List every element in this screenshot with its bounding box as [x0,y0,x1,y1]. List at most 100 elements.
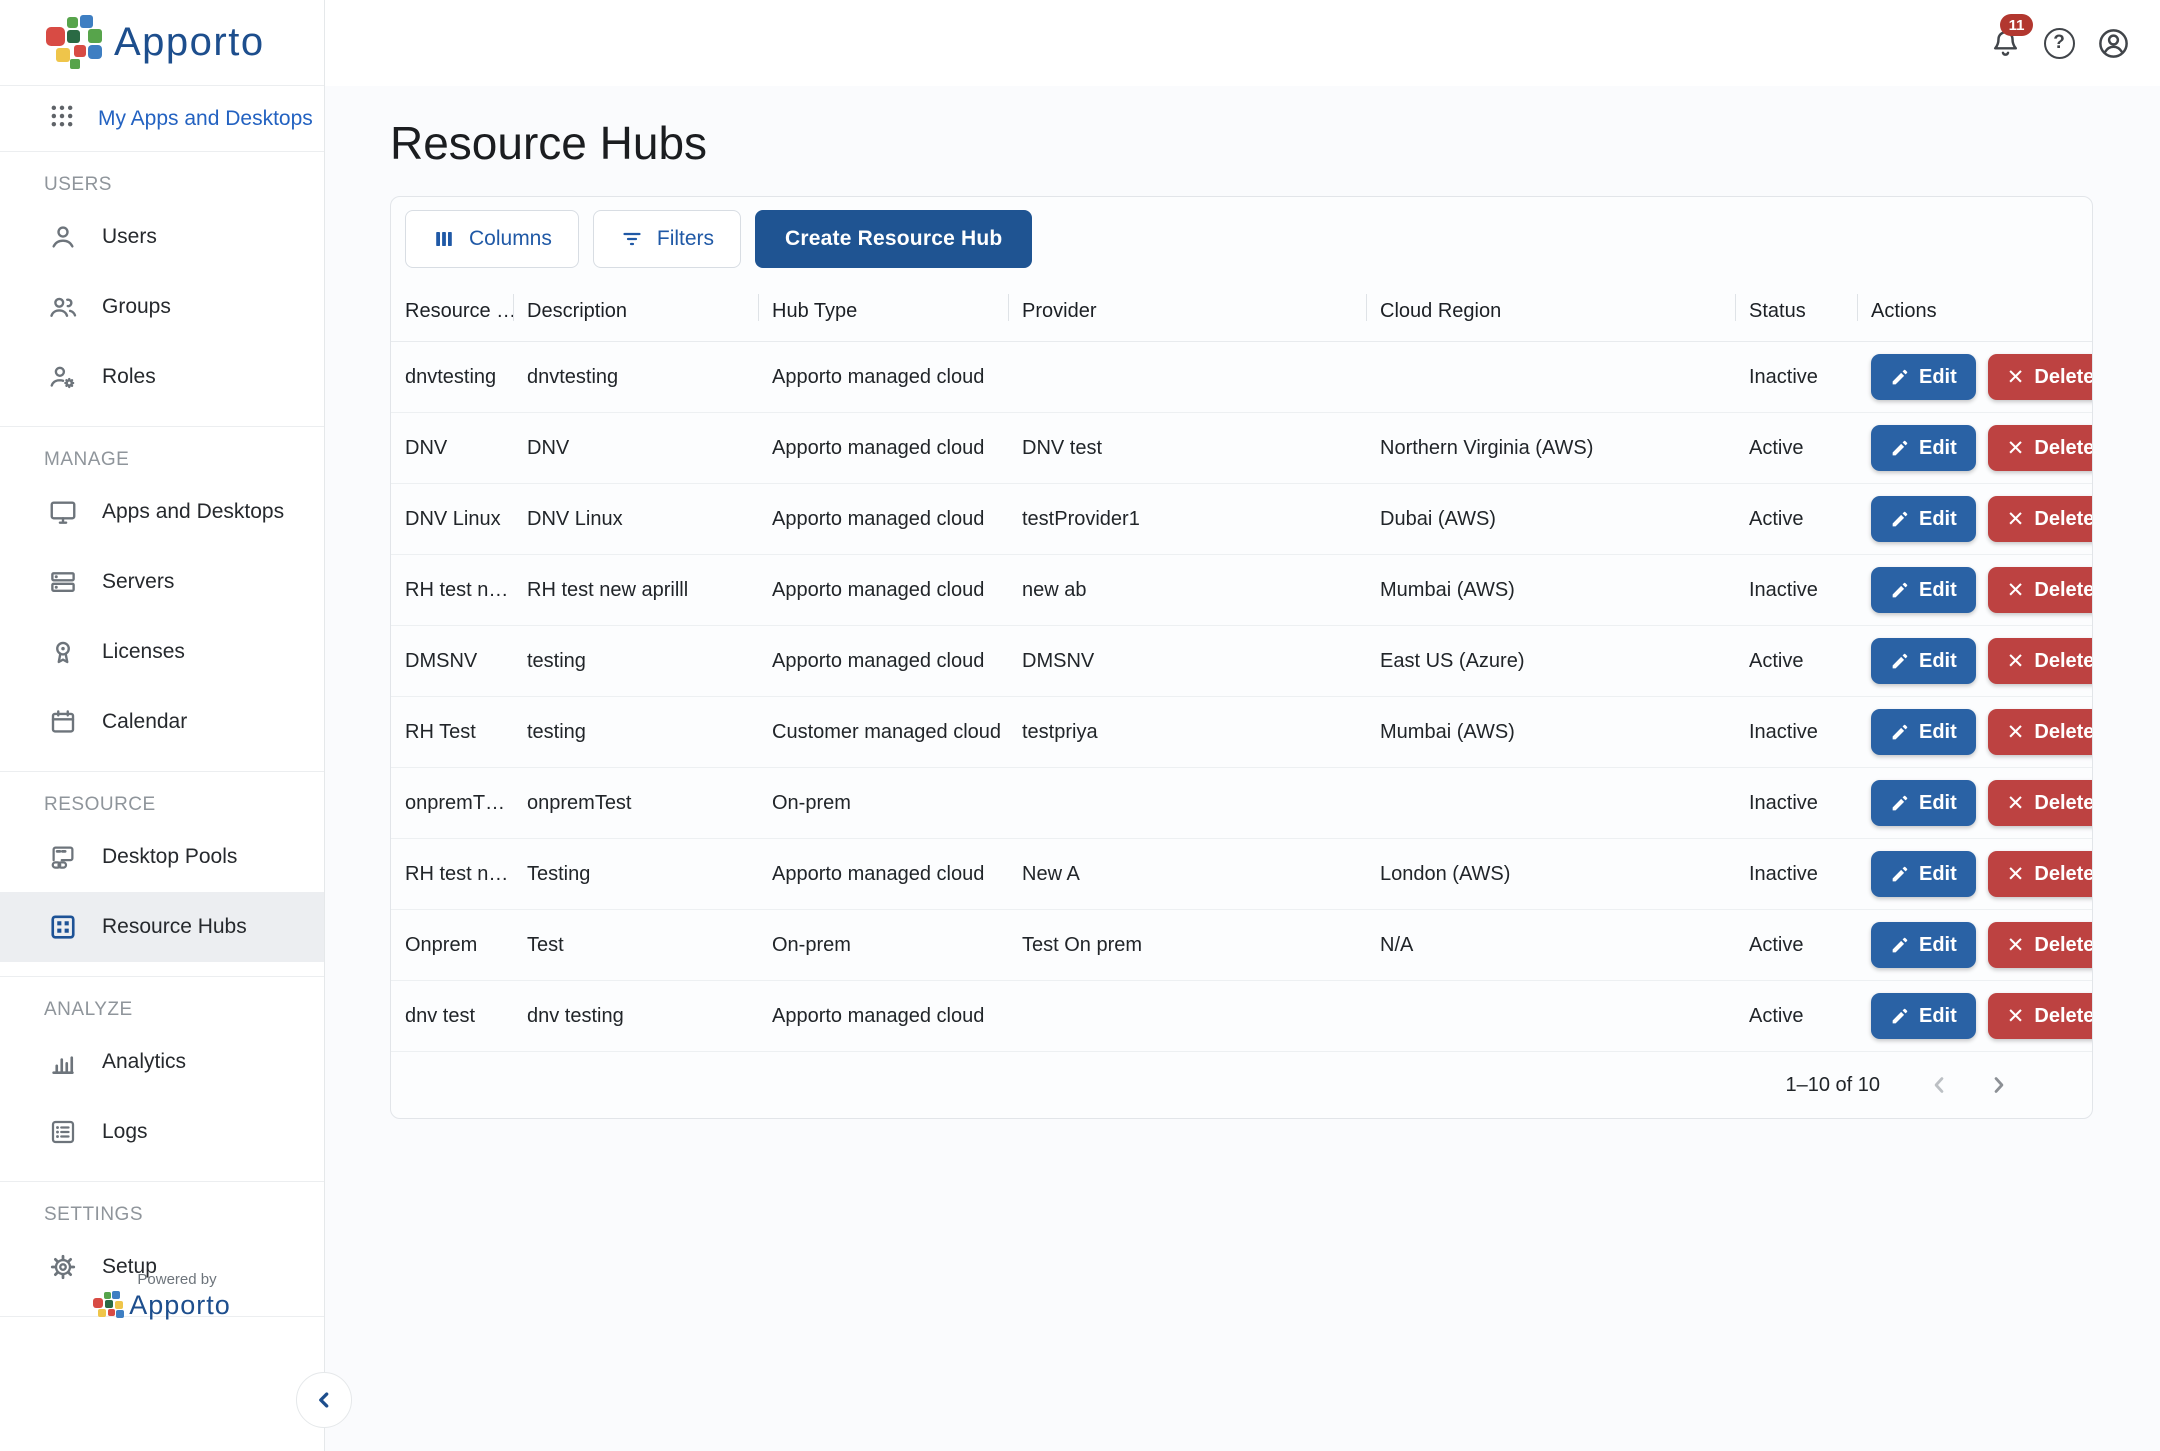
sidebar-item-apps-and-desktops[interactable]: Apps and Desktops [0,477,324,547]
header-description[interactable]: Description [513,281,758,341]
cell-resource-name: RH test n… [391,579,513,602]
x-icon: ✕ [2007,509,2025,530]
delete-button[interactable]: ✕ Delete [1988,993,2093,1039]
table-row: dnvtesting dnvtesting Apporto managed cl… [391,342,2092,413]
pencil-icon [1890,723,1909,742]
header-hub-type[interactable]: Hub Type [758,281,1008,341]
groups-icon [48,292,78,322]
header-resource-name[interactable]: Resource … [391,281,513,341]
sidebar-item-licenses[interactable]: Licenses [0,617,324,687]
sidebar-collapse-button[interactable] [296,1372,352,1428]
table-row: DMSNV testing Apporto managed cloud DMSN… [391,626,2092,697]
notifications-button[interactable]: 11 [1986,24,2024,62]
delete-button[interactable]: ✕ Delete [1988,425,2093,471]
delete-button[interactable]: ✕ Delete [1988,638,2093,684]
sidebar-item-logs[interactable]: Logs [0,1097,324,1167]
license-icon [48,637,78,667]
table-toolbar: Columns Filters Create Resource Hub [391,197,2092,281]
table-row: DNV DNV Apporto managed cloud DNV test N… [391,413,2092,484]
table-header-row: Resource … Description Hub Type Provider… [391,281,2092,342]
cell-actions: Edit ✕ Delete [1857,780,2093,826]
columns-button[interactable]: Columns [405,210,579,268]
edit-button[interactable]: Edit [1871,567,1976,613]
pencil-icon [1890,1007,1909,1026]
create-resource-hub-button[interactable]: Create Resource Hub [755,210,1032,268]
table-row: RH Test testing Customer managed cloud t… [391,697,2092,768]
edit-button-label: Edit [1919,934,1957,957]
cell-cloud-region: N/A [1366,934,1735,957]
sidebar-item-users[interactable]: Users [0,202,324,272]
cell-provider: new ab [1008,579,1366,602]
cell-description: testing [513,721,758,744]
delete-button[interactable]: ✕ Delete [1988,780,2093,826]
header-provider[interactable]: Provider [1008,281,1366,341]
sidebar-item-analytics[interactable]: Analytics [0,1027,324,1097]
edit-button[interactable]: Edit [1871,638,1976,684]
sidebar-item-servers[interactable]: Servers [0,547,324,617]
header-status[interactable]: Status [1735,281,1857,341]
delete-button[interactable]: ✕ Delete [1988,496,2093,542]
sidebar-item-groups[interactable]: Groups [0,272,324,342]
delete-button-label: Delete [2034,437,2093,460]
sidebar-item-my-apps-and-desktops[interactable]: My Apps and Desktops [0,86,324,152]
delete-button[interactable]: ✕ Delete [1988,354,2093,400]
cell-actions: Edit ✕ Delete [1857,851,2093,897]
cell-hub-type: Apporto managed cloud [758,366,1008,389]
columns-icon [432,227,456,251]
sidebar-item-desktop-pools[interactable]: Desktop Pools [0,822,324,892]
delete-button[interactable]: ✕ Delete [1988,851,2093,897]
sidebar-item-label: Logs [102,1120,148,1144]
x-icon: ✕ [2007,864,2025,885]
edit-button-label: Edit [1919,366,1957,389]
edit-button-label: Edit [1919,650,1957,673]
cell-hub-type: On-prem [758,792,1008,815]
cell-status: Active [1735,650,1857,673]
cell-actions: Edit ✕ Delete [1857,496,2093,542]
delete-button[interactable]: ✕ Delete [1988,709,2093,755]
cell-provider: Test On prem [1008,934,1366,957]
header-cloud-region[interactable]: Cloud Region [1366,281,1735,341]
delete-button-label: Delete [2034,863,2093,886]
edit-button[interactable]: Edit [1871,922,1976,968]
account-icon [2096,26,2131,61]
sidebar-item-label: Analytics [102,1050,186,1074]
edit-button[interactable]: Edit [1871,425,1976,471]
x-icon: ✕ [2007,793,2025,814]
chevron-left-icon [311,1387,337,1413]
sidebar-item-label: Servers [102,570,174,594]
edit-button[interactable]: Edit [1871,780,1976,826]
sidebar-item-label: Apps and Desktops [102,500,284,524]
edit-button[interactable]: Edit [1871,851,1976,897]
delete-button-label: Delete [2034,579,2093,602]
previous-page-button[interactable] [1924,1070,1954,1100]
delete-button[interactable]: ✕ Delete [1988,567,2093,613]
delete-button[interactable]: ✕ Delete [1988,922,2093,968]
edit-button[interactable]: Edit [1871,709,1976,755]
next-page-button[interactable] [1984,1070,2014,1100]
delete-button-label: Delete [2034,1005,2093,1028]
table-row: RH test n… RH test new aprilll Apporto m… [391,555,2092,626]
sidebar-item-calendar[interactable]: Calendar [0,687,324,757]
calendar-icon [48,707,78,737]
cell-actions: Edit ✕ Delete [1857,993,2093,1039]
sidebar-item-roles[interactable]: Roles [0,342,324,412]
delete-button-label: Delete [2034,934,2093,957]
pencil-icon [1890,652,1909,671]
cell-provider: testProvider1 [1008,508,1366,531]
sidebar-section-manage: MANAGE Apps and Desktops Servers [0,449,324,772]
sidebar-item-resource-hubs[interactable]: Resource Hubs [0,892,324,962]
filters-button[interactable]: Filters [593,210,741,268]
edit-button[interactable]: Edit [1871,993,1976,1039]
sidebar-item-label: Groups [102,295,171,319]
cell-cloud-region: Mumbai (AWS) [1366,579,1735,602]
filters-button-label: Filters [657,227,714,251]
cell-resource-name: onpremT… [391,792,513,815]
cell-provider: DNV test [1008,437,1366,460]
help-button[interactable]: ? [2040,24,2078,62]
edit-button[interactable]: Edit [1871,496,1976,542]
sidebar-item-label: Desktop Pools [102,845,237,869]
account-button[interactable] [2094,24,2132,62]
cell-status: Active [1735,508,1857,531]
apporto-logo-icon-small [93,1291,123,1321]
edit-button[interactable]: Edit [1871,354,1976,400]
